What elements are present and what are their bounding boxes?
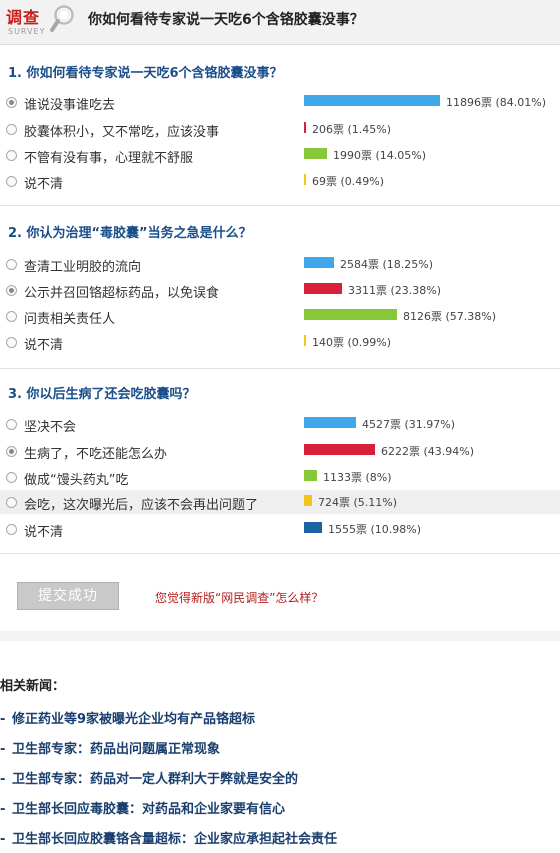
option-label: 不管有没有事，心理就不舒服: [24, 151, 194, 166]
result-text: 724票 (5.11%): [318, 496, 398, 509]
section-separator: [0, 631, 560, 641]
result-bar: [304, 522, 322, 533]
result-text: 11896票 (84.01%): [446, 96, 547, 109]
related-news-link[interactable]: - 卫生部长回应胶囊铬含量超标：企业家应承担起社会责任: [0, 828, 337, 847]
question-1-title: 1. 你如何看待专家说一天吃6个含铬胶囊没事？: [8, 66, 283, 81]
result-bar: [304, 148, 327, 159]
option-label: 会吃，这次曝光后，应该不会再出问题了: [24, 498, 259, 513]
q2-option-4[interactable]: 说不清: [6, 334, 296, 354]
q1-option-2[interactable]: 胶囊体积小，又不常吃，应该没事: [6, 121, 296, 141]
result-text: 206票 (1.45%): [312, 123, 392, 136]
related-news-link[interactable]: - 卫生部长回应毒胶囊：对药品和企业家要有信心: [0, 798, 285, 817]
related-news-link[interactable]: - 卫生部专家：药品出问题属正常现象: [0, 738, 220, 757]
q2-option-3[interactable]: 问责相关责任人: [6, 308, 296, 328]
survey-logo: 调查 SURVEY: [6, 4, 74, 40]
bullet-dash-icon: -: [0, 772, 6, 787]
q1-option-3[interactable]: 不管有没有事，心理就不舒服: [6, 147, 296, 167]
q2-option-1[interactable]: 查清工业明胶的流向: [6, 256, 296, 276]
result-text: 8126票 (57.38%): [403, 310, 497, 323]
option-label: 说不清: [24, 525, 64, 540]
q1-option-1[interactable]: 谁说没事谁吃去: [6, 94, 296, 114]
result-bar: [304, 309, 397, 320]
feedback-link[interactable]: 您觉得新版“网民调查”怎么样？: [155, 589, 323, 606]
q3-option-4[interactable]: 会吃，这次曝光后，应该不会再出问题了: [6, 494, 296, 514]
radio-button[interactable]: [6, 472, 17, 483]
radio-button[interactable]: [6, 337, 17, 348]
radio-button[interactable]: [6, 285, 17, 296]
q1-option-4[interactable]: 说不清: [6, 173, 296, 193]
result-bar: [304, 174, 306, 185]
logo-subtext: SURVEY: [8, 27, 46, 36]
q3-option-3[interactable]: 做成“馒头药丸”吃: [6, 469, 296, 489]
result-bar: [304, 95, 440, 106]
survey-header: 调查 SURVEY 你如何看待专家说一天吃6个含铬胶囊没事？: [0, 0, 560, 45]
question-3-title: 3. 你以后生病了还会吃胶囊吗？: [8, 387, 196, 402]
radio-button[interactable]: [6, 446, 17, 457]
radio-button[interactable]: [6, 150, 17, 161]
result-text: 1555票 (10.98%): [328, 523, 422, 536]
news-link-text[interactable]: 卫生部长回应胶囊铬含量超标：企业家应承担起社会责任: [12, 832, 337, 847]
result-bar: [304, 470, 317, 481]
news-link-text[interactable]: 卫生部专家：药品对一定人群利大于弊就是安全的: [12, 772, 298, 787]
related-news-title: 相关新闻：: [0, 679, 66, 694]
result-bar: [304, 257, 334, 268]
magnifier-icon: [50, 5, 74, 32]
option-label: 说不清: [24, 177, 64, 192]
radio-button[interactable]: [6, 97, 17, 108]
related-news-link[interactable]: - 卫生部专家：药品对一定人群利大于弊就是安全的: [0, 768, 298, 787]
radio-button[interactable]: [6, 259, 17, 270]
bullet-dash-icon: -: [0, 712, 6, 727]
result-bar: [304, 444, 375, 455]
radio-button[interactable]: [6, 176, 17, 187]
result-text: 140票 (0.99%): [312, 336, 392, 349]
option-label: 说不清: [24, 338, 64, 353]
question-2-title: 2. 你认为治理“毒胶囊”当务之急是什么？: [8, 226, 252, 241]
section-divider: [0, 205, 560, 206]
result-bar: [304, 122, 306, 133]
option-label: 胶囊体积小，又不常吃，应该没事: [24, 125, 220, 140]
related-news-link[interactable]: - 修正药业等9家被曝光企业均有产品铬超标: [0, 708, 255, 727]
radio-button[interactable]: [6, 124, 17, 135]
q3-option-1[interactable]: 坚决不会: [6, 416, 296, 436]
result-text: 69票 (0.49%): [312, 175, 385, 188]
radio-button[interactable]: [6, 311, 17, 322]
header-title: 你如何看待专家说一天吃6个含铬胶囊没事？: [88, 12, 364, 28]
radio-button[interactable]: [6, 524, 17, 535]
radio-button[interactable]: [6, 419, 17, 430]
bullet-dash-icon: -: [0, 832, 6, 847]
section-divider: [0, 368, 560, 369]
radio-button[interactable]: [6, 497, 17, 508]
news-link-text[interactable]: 卫生部专家：药品出问题属正常现象: [12, 742, 220, 757]
news-link-text[interactable]: 修正药业等9家被曝光企业均有产品铬超标: [12, 712, 255, 727]
q2-option-2[interactable]: 公示并召回铬超标药品，以免误食: [6, 282, 296, 302]
result-bar: [304, 417, 356, 428]
bullet-dash-icon: -: [0, 742, 6, 757]
option-label: 生病了，不吃还能怎么办: [24, 447, 168, 462]
result-text: 2584票 (18.25%): [340, 258, 434, 271]
option-label: 谁说没事谁吃去: [24, 98, 116, 113]
option-label: 查清工业明胶的流向: [24, 260, 142, 275]
result-text: 6222票 (43.94%): [381, 445, 475, 458]
option-label: 问责相关责任人: [24, 312, 116, 327]
result-text: 1133票 (8%): [323, 471, 392, 484]
result-text: 3311票 (23.38%): [348, 284, 442, 297]
section-divider: [0, 553, 560, 554]
result-bar: [304, 283, 342, 294]
result-text: 4527票 (31.97%): [362, 418, 456, 431]
result-bar: [304, 495, 312, 506]
result-text: 1990票 (14.05%): [333, 149, 427, 162]
result-bar: [304, 335, 306, 346]
logo-text: 调查: [6, 8, 41, 27]
q3-option-5[interactable]: 说不清: [6, 521, 296, 541]
submit-button[interactable]: 提交成功: [17, 582, 119, 610]
option-label: 做成“馒头药丸”吃: [24, 473, 129, 488]
option-label: 坚决不会: [24, 420, 77, 435]
option-label: 公示并召回铬超标药品，以免误食: [24, 286, 220, 301]
news-link-text[interactable]: 卫生部长回应毒胶囊：对药品和企业家要有信心: [12, 802, 285, 817]
q3-option-2[interactable]: 生病了，不吃还能怎么办: [6, 443, 296, 463]
bullet-dash-icon: -: [0, 802, 6, 817]
